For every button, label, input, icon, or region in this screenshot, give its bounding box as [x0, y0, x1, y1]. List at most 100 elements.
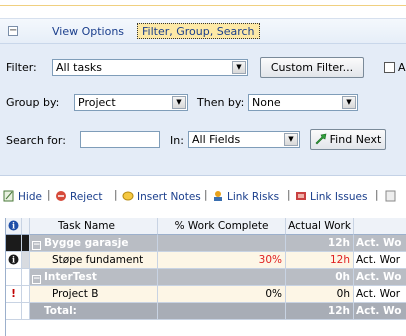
reject-icon [56, 191, 66, 201]
info-icon[interactable]: i [8, 254, 19, 265]
insert-notes-label: Insert Notes [137, 191, 201, 203]
task-name-cell[interactable]: Project B [30, 286, 158, 303]
info-icon: i [8, 220, 19, 231]
reject-label: Reject [70, 191, 103, 203]
indicator-cell [6, 303, 22, 320]
reject-button[interactable]: Reject [55, 190, 103, 203]
options-bar: − View Options Filter, Group, Search [0, 18, 406, 44]
notes-icon [122, 191, 134, 201]
task-name-cell: − InterTest [30, 269, 158, 286]
next-cell: Act. Wor [354, 286, 406, 303]
filter-select[interactable]: All tasks ▼ [52, 59, 248, 76]
next-column-header[interactable] [354, 218, 406, 235]
next-cell: Act. Wo [354, 303, 406, 320]
actual-work-cell: 12h [286, 235, 354, 252]
row-selector[interactable] [22, 269, 30, 286]
row-selector [22, 303, 30, 320]
row-selector[interactable] [22, 235, 30, 252]
top-border [0, 0, 406, 6]
search-input[interactable] [80, 131, 160, 148]
next-cell: Act. Wo [354, 269, 406, 286]
custom-filter-label: Custom Filter... [270, 61, 354, 74]
task-name-header[interactable]: Task Name [30, 218, 158, 235]
collapse-icon[interactable]: − [32, 275, 41, 284]
group-by-value: Project [78, 96, 116, 109]
more-toolbar-icon[interactable] [385, 190, 400, 203]
group-name: InterTest [44, 271, 97, 283]
actual-work-cell[interactable]: 0h [286, 286, 354, 303]
link-issues-button[interactable]: Link Issues [295, 190, 367, 203]
find-next-label: Find Next [329, 133, 382, 146]
indicator-column-header[interactable]: i [6, 218, 22, 235]
alert-icon: ! [6, 286, 22, 303]
search-for-label: Search for: [6, 134, 66, 147]
indicator-cell [6, 269, 22, 286]
risk-icon [214, 191, 222, 201]
collapse-options-icon[interactable]: − [8, 26, 18, 36]
toolbar-divider: | [204, 189, 208, 201]
next-cell: Act. Wor [354, 252, 406, 269]
group-row[interactable]: − InterTest 0h Act. Wo [6, 269, 406, 286]
work-complete-cell [158, 269, 286, 286]
view-options-label: View Options [52, 25, 125, 38]
search-in-select[interactable]: All Fields ▼ [188, 131, 300, 148]
filter-group-search-tab[interactable]: Filter, Group, Search [137, 23, 260, 39]
truncated-tool-icon [385, 190, 396, 202]
find-arrow-icon [315, 133, 327, 145]
autofilter-checkbox[interactable] [384, 62, 395, 73]
search-in-label: In: [170, 134, 184, 147]
info-icon-glyph: i [12, 255, 15, 265]
filter-group-search-panel: Filter: All tasks ▼ Custom Filter... A G… [0, 44, 406, 176]
group-by-label: Group by: [6, 96, 60, 109]
chevron-down-icon: ▼ [342, 96, 356, 109]
insert-notes-button[interactable]: Insert Notes [122, 190, 201, 203]
then-by-select[interactable]: None ▼ [248, 94, 358, 111]
filter-value: All tasks [56, 61, 103, 74]
find-next-button[interactable]: Find Next [310, 129, 386, 150]
group-row[interactable]: − Bygge garasje 12h Act. Wo [6, 235, 406, 252]
actual-work-cell: 0h [286, 269, 354, 286]
row-selector[interactable] [22, 252, 30, 269]
indicator-cell: i [6, 252, 22, 269]
actual-work-cell: 12h [286, 303, 354, 320]
group-by-select[interactable]: Project ▼ [74, 94, 188, 111]
work-complete-cell [158, 235, 286, 252]
row-selector-header [22, 218, 30, 235]
toolbar-divider: | [47, 189, 51, 201]
row-selector[interactable] [22, 286, 30, 303]
work-complete-header[interactable]: % Work Complete [158, 218, 286, 235]
actual-work-cell[interactable]: 12h [286, 252, 354, 269]
grid-header-row: i Task Name % Work Complete Actual Work [6, 218, 406, 235]
hide-icon [3, 190, 14, 202]
custom-filter-button[interactable]: Custom Filter... [260, 57, 364, 78]
link-risks-label: Link Risks [227, 191, 280, 203]
hide-button[interactable]: Hide [3, 190, 42, 203]
indicator-cell [6, 235, 22, 252]
work-complete-cell[interactable]: 0% [158, 286, 286, 303]
total-row: Total: 12h Act. Wo [6, 303, 406, 320]
chevron-down-icon: ▼ [172, 96, 186, 109]
filter-label: Filter: [6, 61, 37, 74]
work-complete-cell [158, 303, 286, 320]
task-row[interactable]: i Støpe fundament 30% 12h Act. Wor [6, 252, 406, 269]
search-in-value: All Fields [192, 133, 241, 146]
chevron-down-icon: ▼ [232, 61, 246, 74]
task-row[interactable]: ! Project B 0% 0h Act. Wor [6, 286, 406, 303]
task-name-cell[interactable]: Støpe fundament [30, 252, 158, 269]
toolbar-divider: | [287, 189, 291, 201]
hide-label: Hide [18, 191, 42, 203]
total-label: Total: [30, 303, 158, 320]
task-grid: i Task Name % Work Complete Actual Work … [5, 218, 406, 336]
info-icon-glyph: i [12, 221, 15, 231]
link-risks-button[interactable]: Link Risks [212, 190, 279, 203]
then-by-label: Then by: [197, 96, 245, 109]
actual-work-header[interactable]: Actual Work [286, 218, 354, 235]
collapse-icon[interactable]: − [32, 241, 41, 250]
chevron-down-icon: ▼ [284, 133, 298, 146]
link-issues-label: Link Issues [310, 191, 368, 203]
next-cell: Act. Wo [354, 235, 406, 252]
view-options-tab[interactable]: View Options [52, 25, 124, 38]
filter-group-search-label: Filter, Group, Search [142, 25, 255, 38]
work-complete-cell[interactable]: 30% [158, 252, 286, 269]
toolbar-divider: | [375, 189, 379, 201]
